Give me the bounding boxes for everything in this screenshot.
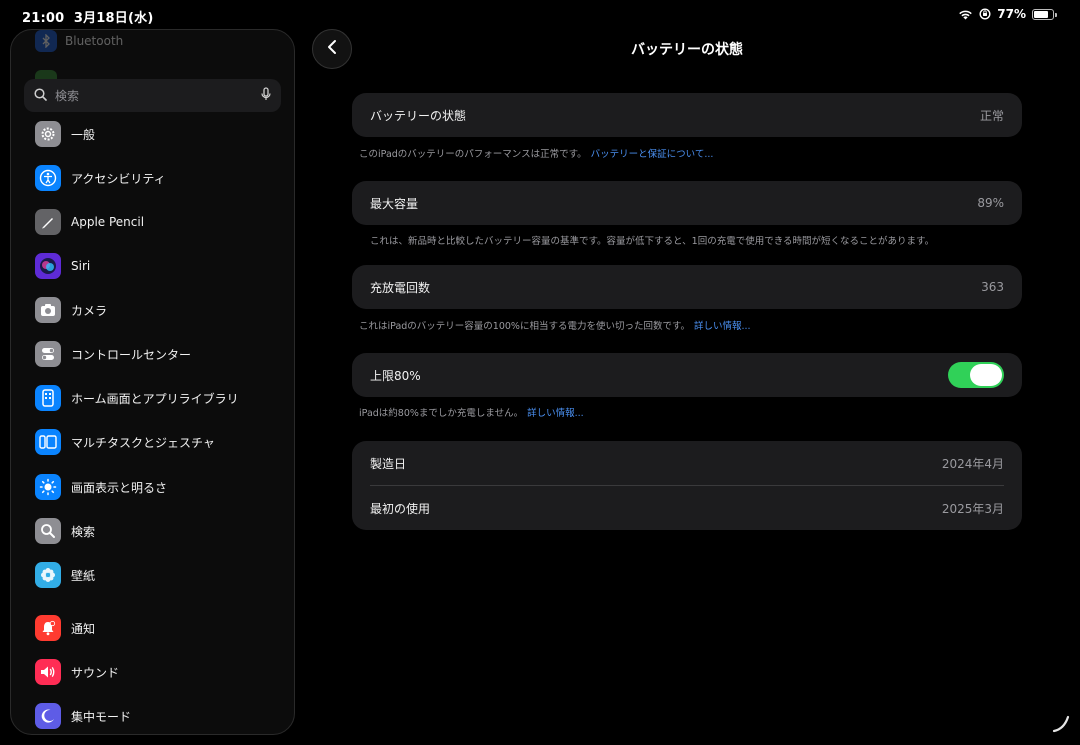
- sidebar-item-label: サウンド: [71, 665, 120, 680]
- orientation-lock-icon: [979, 8, 991, 20]
- limit-note-text: iPadは約80%までしか充電しません。: [359, 408, 524, 419]
- bell-icon: [35, 615, 61, 641]
- limit-group: 上限80%: [352, 353, 1022, 397]
- battery-health-note: このiPadのバッテリーのパフォーマンスは正常です。 バッテリーと保証について..…: [359, 146, 1019, 160]
- sidebar-item-label: Siri: [71, 259, 91, 273]
- cycle-count-note-text: これはiPadのバッテリー容量の100%に相当する電力を使い切った回数です。: [359, 321, 691, 332]
- max-capacity-note: これは、新品時と比較したバッテリー容量の基準です。容量が低下すると、1回の充電で…: [370, 233, 1030, 247]
- sidebar-item-label: Bluetooth: [65, 34, 124, 48]
- microphone-icon[interactable]: [261, 86, 271, 105]
- page-title: バッテリーの状態: [631, 42, 743, 58]
- home-screen-icon: [35, 385, 61, 411]
- battery-health-group: バッテリーの状態 正常: [352, 93, 1022, 137]
- chevron-left-icon: [327, 39, 337, 59]
- speaker-icon: [35, 659, 61, 685]
- sidebar-item[interactable]: 通知: [35, 614, 95, 642]
- limit-note: iPadは約80%までしか充電しません。 詳しい情報...: [359, 405, 1019, 419]
- first-use-label: 最初の使用: [370, 501, 431, 516]
- manufacture-value: 2024年4月: [941, 456, 1004, 471]
- battery-fill: [1034, 10, 1048, 18]
- sidebar-item[interactable]: アクセシビリティ: [35, 164, 166, 192]
- status-date: 3月18日(水): [73, 11, 154, 26]
- battery-health-row: バッテリーの状態 正常: [352, 93, 1022, 137]
- sidebar-item-label: 通知: [71, 621, 96, 636]
- sidebar-item-label: 一般: [71, 127, 96, 142]
- sidebar-item[interactable]: 検索: [35, 517, 95, 545]
- wifi-icon: [958, 9, 973, 20]
- sidebar-item[interactable]: 一般: [35, 120, 95, 148]
- sidebar-item[interactable]: 壁紙: [35, 561, 95, 589]
- accessibility-icon: [35, 165, 61, 191]
- cycle-count-row: 充放電回数 363: [352, 265, 1022, 309]
- sidebar-item-label: Apple Pencil: [71, 215, 145, 229]
- sidebar-item[interactable]: サウンド: [35, 658, 119, 686]
- search-icon: [35, 518, 61, 544]
- sidebar-item-bluetooth-ghost: Bluetooth: [35, 30, 123, 52]
- max-capacity-note-text: これは、新品時と比較したバッテリー容量の基準です。容量が低下すると、1回の充電で…: [370, 236, 935, 247]
- search-field[interactable]: 検索: [24, 79, 281, 112]
- camera-icon: [35, 297, 61, 323]
- battery-percent: 77%: [997, 7, 1026, 21]
- sidebar-item-label: 検索: [71, 524, 96, 539]
- sidebar-item-label: 画面表示と明るさ: [71, 480, 168, 495]
- search-placeholder: 検索: [55, 89, 80, 103]
- sidebar-item-label: 集中モード: [71, 709, 132, 724]
- limit-toggle[interactable]: [948, 362, 1004, 388]
- sidebar-item[interactable]: 集中モード: [35, 702, 131, 730]
- limit-label: 上限80%: [370, 368, 421, 383]
- back-button[interactable]: [312, 29, 352, 69]
- brightness-icon: [35, 474, 61, 500]
- status-time-date: 21:00 3月18日(水): [22, 7, 153, 26]
- status-time: 21:00: [22, 11, 65, 26]
- battery-health-note-text: このiPadのバッテリーのパフォーマンスは正常です。: [359, 149, 587, 160]
- sidebar-item[interactable]: Apple Pencil: [35, 208, 144, 236]
- cycle-count-label: 充放電回数: [370, 280, 431, 295]
- gear-icon: [35, 121, 61, 147]
- toggles-icon: [35, 341, 61, 367]
- battery-health-label: バッテリーの状態: [370, 108, 467, 123]
- cycle-count-value: 363: [981, 280, 1004, 294]
- max-capacity-label: 最大容量: [370, 196, 419, 211]
- pencil-icon: [35, 209, 61, 235]
- battery-icon: [1032, 8, 1057, 20]
- sidebar-item[interactable]: ホーム画面とアプリライブラリ: [35, 384, 239, 412]
- sidebar-item[interactable]: Siri: [35, 252, 90, 280]
- sidebar-item[interactable]: カメラ: [35, 296, 107, 324]
- cycle-count-group: 充放電回数 363: [352, 265, 1022, 309]
- battery-health-value: 正常: [979, 108, 1004, 123]
- max-capacity-group: 最大容量 89%: [352, 181, 1022, 225]
- max-capacity-value: 89%: [977, 196, 1004, 210]
- sidebar-item-label: マルチタスクとジェスチャ: [71, 435, 215, 450]
- toggle-knob: [970, 364, 1002, 386]
- settings-sidebar: Bluetooth 検索 一般アクセシビリティ Apple Pencil Siri カ…: [10, 29, 295, 735]
- corner-gesture-indicator: [1050, 713, 1072, 739]
- sidebar-item-label: 壁紙: [71, 568, 96, 583]
- moon-icon: [35, 703, 61, 729]
- limit-row: 上限80%: [352, 353, 1022, 397]
- sidebar-item-label: ホーム画面とアプリライブラリ: [71, 391, 239, 406]
- sidebar-item[interactable]: コントロールセンター: [35, 340, 191, 368]
- search-icon: [34, 86, 47, 105]
- first-use-row: 最初の使用 2025年3月: [352, 486, 1022, 530]
- battery-warranty-link[interactable]: バッテリーと保証について...: [591, 149, 714, 160]
- max-capacity-row: 最大容量 89%: [352, 181, 1022, 225]
- first-use-value: 2025年3月: [941, 501, 1004, 516]
- wallpaper-icon: [35, 562, 61, 588]
- cycle-count-note: これはiPadのバッテリー容量の100%に相当する電力を使い切った回数です。 詳し…: [359, 318, 1019, 332]
- cycle-count-more-link[interactable]: 詳しい情報...: [694, 321, 751, 332]
- manufacture-row: 製造日 2024年4月: [352, 441, 1022, 485]
- status-bar: 21:00 3月18日(水) 77%: [0, 0, 1080, 30]
- dates-group: 製造日 2024年4月 最初の使用 2025年3月: [352, 441, 1022, 530]
- sidebar-item[interactable]: マルチタスクとジェスチャ: [35, 428, 215, 456]
- sidebar-item-label: コントロールセンター: [71, 347, 192, 362]
- manufacture-label: 製造日: [370, 456, 407, 471]
- limit-more-link[interactable]: 詳しい情報...: [527, 408, 584, 419]
- sidebar-item-label: アクセシビリティ: [71, 171, 166, 186]
- siri-icon: [35, 253, 61, 279]
- status-right: 77%: [958, 7, 1057, 21]
- multitask-icon: [35, 429, 61, 455]
- sidebar-item[interactable]: 画面表示と明るさ: [35, 473, 167, 501]
- bluetooth-icon: [35, 30, 57, 52]
- sidebar-item-label: カメラ: [71, 303, 108, 318]
